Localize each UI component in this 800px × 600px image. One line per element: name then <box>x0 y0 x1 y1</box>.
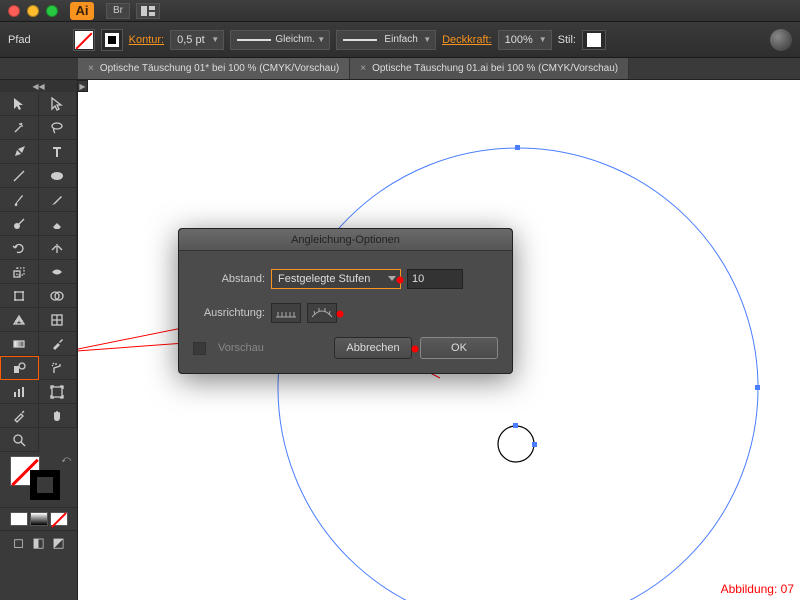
annotation-dot <box>337 311 344 318</box>
style-label: Stil: <box>558 34 576 46</box>
stroke-color-swatch[interactable] <box>30 470 60 500</box>
css-inspector-icon[interactable] <box>770 29 792 51</box>
preview-label: Vorschau <box>218 342 264 354</box>
brush-definition-select[interactable]: Einfach <box>336 30 436 50</box>
lasso-tool[interactable] <box>39 116 78 140</box>
draw-normal-icon[interactable]: ◻ <box>10 535 28 551</box>
stroke-swatch[interactable] <box>101 29 123 51</box>
title-bar: Ai Br <box>0 0 800 22</box>
color-mode-row <box>0 508 77 531</box>
rotate-tool[interactable] <box>0 236 39 260</box>
spacing-select[interactable]: Festgelegte Stufen <box>271 269 401 289</box>
blob-brush-tool[interactable] <box>0 212 39 236</box>
ok-label: OK <box>451 342 467 354</box>
perspective-grid-tool[interactable] <box>0 308 39 332</box>
width-tool[interactable] <box>39 260 78 284</box>
spacing-label: Abstand: <box>193 273 265 285</box>
dialog-title: Angleichung-Optionen <box>179 229 512 251</box>
cancel-button[interactable]: Abbrechen <box>334 337 412 359</box>
tool-grid <box>0 92 77 452</box>
ellipse-tool[interactable] <box>39 164 78 188</box>
symbol-sprayer-tool[interactable] <box>39 356 78 380</box>
spacing-value: Festgelegte Stufen <box>278 273 370 285</box>
expand-panel-icon[interactable]: ▶ <box>78 80 88 92</box>
collapse-panel-icon[interactable]: ◀◀ <box>0 80 77 92</box>
document-tabs: × Optische Täuschung 01* bei 100 % (CMYK/… <box>0 58 800 80</box>
pencil-tool[interactable] <box>39 188 78 212</box>
stroke-weight-select[interactable]: 0,5 pt <box>170 30 224 50</box>
type-tool[interactable] <box>39 140 78 164</box>
spacing-steps-input[interactable] <box>407 269 463 289</box>
swap-fill-stroke-icon[interactable]: ⤺ <box>61 454 71 465</box>
control-bar: Pfad Kontur: 0,5 pt Gleichm. Einfach Dec… <box>0 22 800 58</box>
preview-checkbox[interactable] <box>193 342 206 355</box>
paintbrush-tool[interactable] <box>0 188 39 212</box>
artboard-tool[interactable] <box>39 380 78 404</box>
close-window-icon[interactable] <box>8 5 20 17</box>
ok-button[interactable]: OK <box>420 337 498 359</box>
scale-tool[interactable] <box>0 260 39 284</box>
tab-label: Optische Täuschung 01.ai bei 100 % (CMYK… <box>372 63 618 74</box>
close-tab-icon[interactable]: × <box>360 63 366 74</box>
fill-stroke-control[interactable]: ⤺ <box>0 452 77 508</box>
annotation-dot <box>412 346 419 353</box>
blend-options-dialog: Angleichung-Optionen Abstand: Festgelegt… <box>178 228 513 374</box>
column-graph-tool[interactable] <box>0 380 39 404</box>
draw-inside-icon[interactable]: ◩ <box>50 535 68 551</box>
draw-behind-icon[interactable]: ◧ <box>30 535 48 551</box>
eraser-tool[interactable] <box>39 212 78 236</box>
minimize-window-icon[interactable] <box>27 5 39 17</box>
annotation-dot <box>397 277 404 284</box>
align-to-page-button[interactable] <box>271 303 301 323</box>
figure-caption: Abbildung: 07 <box>721 582 794 596</box>
tab-label: Optische Täuschung 01* bei 100 % (CMYK/V… <box>100 63 339 74</box>
document-tab[interactable]: × Optische Täuschung 01.ai bei 100 % (CMY… <box>350 58 629 79</box>
opacity-label[interactable]: Deckkraft: <box>442 34 492 46</box>
gradient-tool[interactable] <box>0 332 39 356</box>
arrange-documents-button[interactable] <box>136 3 160 19</box>
hand-tool[interactable] <box>39 404 78 428</box>
shape-builder-tool[interactable] <box>39 284 78 308</box>
selection-tool[interactable] <box>0 92 39 116</box>
draw-mode-row: ◻ ◧ ◩ <box>0 531 77 555</box>
eyedropper-tool[interactable] <box>39 332 78 356</box>
close-tab-icon[interactable]: × <box>88 63 94 74</box>
line-tool[interactable] <box>0 164 39 188</box>
magic-wand-tool[interactable] <box>0 116 39 140</box>
align-to-path-button[interactable] <box>307 303 337 323</box>
zoom-tool[interactable] <box>0 428 39 452</box>
tools-panel: ◀◀ ⤺ <box>0 80 78 600</box>
zoom-window-icon[interactable] <box>46 5 58 17</box>
fill-swatch[interactable] <box>73 29 95 51</box>
variable-width-profile-select[interactable]: Gleichm. <box>230 30 330 50</box>
direct-selection-tool[interactable] <box>39 92 78 116</box>
style-swatch[interactable] <box>582 30 606 50</box>
window-controls <box>8 5 58 17</box>
pen-tool[interactable] <box>0 140 39 164</box>
app-logo: Ai <box>70 2 94 20</box>
orientation-label: Ausrichtung: <box>193 307 265 319</box>
blend-tool[interactable] <box>0 356 39 380</box>
opacity-select[interactable]: 100% <box>498 30 552 50</box>
document-tab-active[interactable]: × Optische Täuschung 01* bei 100 % (CMYK/… <box>78 58 350 79</box>
color-mode-solid[interactable] <box>10 512 28 526</box>
stroke-label[interactable]: Kontur: <box>129 34 164 46</box>
bridge-button[interactable]: Br <box>106 3 130 19</box>
color-mode-none[interactable] <box>50 512 68 526</box>
reflect-tool[interactable] <box>39 236 78 260</box>
mesh-tool[interactable] <box>39 308 78 332</box>
slice-tool[interactable] <box>0 404 39 428</box>
color-mode-gradient[interactable] <box>30 512 48 526</box>
selection-type-label: Pfad <box>8 34 31 46</box>
free-transform-tool[interactable] <box>0 284 39 308</box>
